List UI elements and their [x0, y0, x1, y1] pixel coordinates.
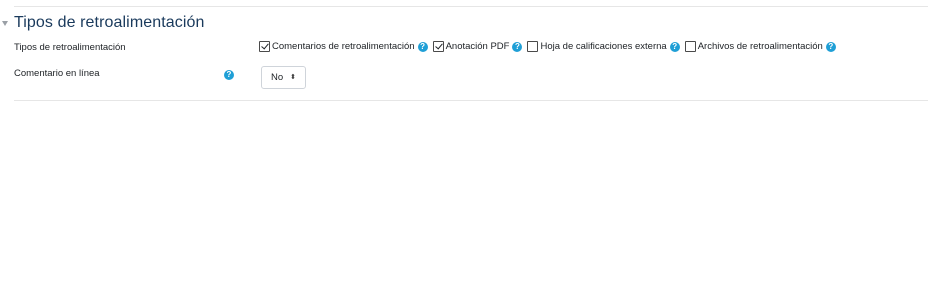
feedback-types-options: Comentarios de retroalimentación ? Anota… [259, 41, 841, 52]
option-feedback-files[interactable]: Archivos de retroalimentación ? [684, 41, 836, 52]
feedback-files-checkbox[interactable] [684, 41, 696, 52]
section-title: Tipos de retroalimentación [14, 14, 205, 31]
option-pdf-annotation[interactable]: Anotación PDF ? [432, 41, 523, 52]
feedback-types-label: Tipos de retroalimentación [14, 42, 126, 53]
feedback-files-label[interactable]: Archivos de retroalimentación [698, 41, 823, 52]
help-icon[interactable]: ? [825, 41, 836, 52]
select-value: No [271, 72, 284, 83]
bottom-divider [14, 100, 928, 101]
pdf-annotation-label[interactable]: Anotación PDF [446, 41, 510, 52]
inline-comment-label: Comentario en línea [14, 68, 100, 79]
offline-grading-checkbox[interactable] [527, 41, 539, 52]
section-header[interactable]: Tipos de retroalimentación [0, 14, 205, 32]
comments-checkbox[interactable] [259, 41, 270, 52]
select-caret-icon: ⬍ [290, 74, 297, 81]
help-icon[interactable]: ? [669, 41, 680, 52]
offline-grading-label[interactable]: Hoja de calificaciones externa [540, 41, 666, 52]
pdf-annotation-checkbox[interactable] [432, 41, 444, 52]
help-icon[interactable]: ? [512, 41, 523, 52]
chevron-down-icon[interactable] [0, 18, 10, 28]
comments-label[interactable]: Comentarios de retroalimentación [272, 41, 415, 52]
help-icon[interactable]: ? [417, 41, 428, 52]
top-divider [14, 6, 928, 7]
help-icon[interactable]: ? [224, 70, 234, 80]
option-comments[interactable]: Comentarios de retroalimentación ? [259, 41, 428, 52]
inline-comment-select[interactable]: No ⬍ [261, 66, 306, 89]
option-offline-grading[interactable]: Hoja de calificaciones externa ? [527, 41, 680, 52]
